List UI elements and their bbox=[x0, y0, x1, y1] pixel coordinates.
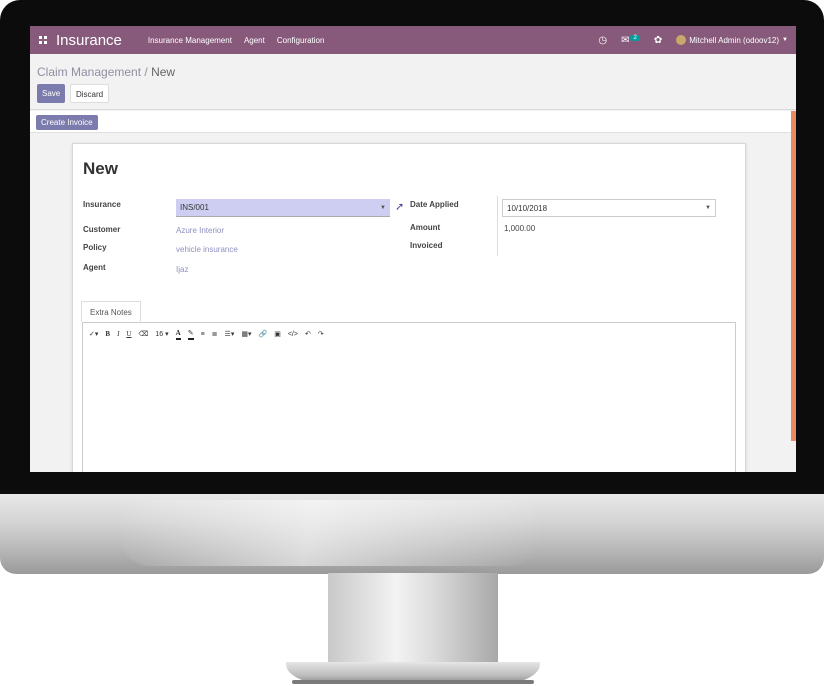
policy-label: Policy bbox=[83, 243, 107, 252]
invoiced-label: Invoiced bbox=[410, 241, 443, 250]
tab-extra-notes[interactable]: Extra Notes bbox=[81, 301, 141, 322]
user-menu[interactable]: Mitchell Admin (odoov12) ▼ bbox=[676, 35, 788, 45]
chevron-down-icon: ▼ bbox=[782, 37, 788, 43]
form-statusbar: Create Invoice bbox=[30, 111, 796, 133]
insurance-select[interactable]: INS/001 ▼ bbox=[176, 199, 390, 217]
app-screen: Insurance Insurance Management Agent Con… bbox=[30, 26, 796, 472]
dropdown-caret-icon: ▼ bbox=[380, 204, 386, 211]
amount-label: Amount bbox=[410, 223, 441, 232]
monitor: Insurance Insurance Management Agent Con… bbox=[0, 0, 824, 686]
form-view: Create Invoice New Insurance INS/001 ▼ ➚… bbox=[30, 111, 796, 472]
discard-button[interactable]: Discard bbox=[70, 84, 110, 103]
image-icon[interactable]: ▣ bbox=[274, 330, 281, 338]
agent-link[interactable]: Ijaz bbox=[176, 265, 188, 274]
font-size-select[interactable]: 16 ▾ bbox=[155, 330, 168, 338]
user-name: Mitchell Admin (odoov12) bbox=[689, 35, 780, 45]
table-icon[interactable]: ▦▾ bbox=[241, 330, 251, 338]
chat-icon[interactable]: ✉ 2 bbox=[621, 34, 640, 46]
breadcrumb-separator: / bbox=[141, 65, 152, 79]
record-title: New bbox=[83, 159, 118, 178]
amount-value: 1,000.00 bbox=[504, 224, 536, 233]
customer-link[interactable]: Azure Interior bbox=[176, 226, 224, 235]
code-view-icon[interactable]: </> bbox=[288, 331, 298, 338]
apps-grid-icon[interactable] bbox=[30, 36, 56, 44]
avatar bbox=[676, 35, 687, 45]
date-applied-value: 10/10/2018 bbox=[507, 203, 548, 213]
menu-agent[interactable]: Agent bbox=[244, 36, 265, 45]
chat-badge: 2 bbox=[630, 34, 640, 41]
style-dropdown-icon[interactable]: ✓▾ bbox=[89, 330, 98, 338]
italic-button[interactable]: I bbox=[117, 330, 119, 338]
dropdown-caret-icon: ▼ bbox=[705, 205, 711, 211]
font-size-value: 16 bbox=[155, 331, 164, 338]
scrollbar-accent[interactable] bbox=[791, 111, 796, 441]
agent-label: Agent bbox=[83, 263, 106, 272]
activity-clock-icon[interactable]: ◷ bbox=[598, 35, 607, 46]
insurance-value: INS/001 bbox=[180, 203, 209, 212]
monitor-stand-neck bbox=[328, 573, 498, 669]
top-navbar: Insurance Insurance Management Agent Con… bbox=[30, 26, 796, 54]
breadcrumb-current: New bbox=[151, 65, 176, 79]
eraser-icon[interactable]: ⌫ bbox=[138, 330, 148, 338]
underline-button[interactable]: U bbox=[126, 330, 131, 338]
link-icon[interactable]: 🔗 bbox=[258, 330, 267, 338]
numbered-list-icon[interactable]: ≣ bbox=[212, 330, 218, 338]
font-color-button[interactable]: A bbox=[175, 329, 181, 340]
create-invoice-button[interactable]: Create Invoice bbox=[36, 115, 98, 130]
menu-configuration[interactable]: Configuration bbox=[277, 36, 325, 45]
policy-link[interactable]: vehicle insurance bbox=[176, 245, 238, 254]
redo-icon[interactable]: ↷ bbox=[318, 330, 324, 338]
insurance-label: Insurance bbox=[83, 200, 121, 209]
highlight-brush-icon[interactable]: ✎ bbox=[187, 329, 194, 340]
customer-label: Customer bbox=[83, 225, 121, 234]
breadcrumb-parent[interactable]: Claim Management bbox=[37, 65, 141, 79]
bold-button[interactable]: B bbox=[105, 330, 110, 338]
control-panel: Claim Management / New Save Discard bbox=[30, 54, 796, 110]
undo-icon[interactable]: ↶ bbox=[305, 330, 311, 338]
align-icon[interactable]: ☰▾ bbox=[225, 330, 235, 338]
save-button[interactable]: Save bbox=[37, 84, 66, 103]
monitor-base-edge bbox=[292, 680, 534, 684]
navbar-systray: ◷ ✉ 2 ✿ Mitchell Admin (odoov12) ▼ bbox=[584, 26, 788, 54]
bug-icon[interactable]: ✿ bbox=[654, 35, 662, 46]
form-sheet: New Insurance INS/001 ▼ ➚ Customer Azure… bbox=[72, 143, 746, 472]
notes-editor[interactable]: ✓▾ B I U ⌫ 16 ▾ A ✎ ≡ ≣ ☰▾ ▦▾ 🔗 ▣ </> ↶ … bbox=[82, 322, 736, 472]
app-brand[interactable]: Insurance bbox=[56, 32, 122, 49]
date-applied-label: Date Applied bbox=[410, 200, 459, 209]
breadcrumb: Claim Management / New bbox=[37, 65, 175, 79]
bullet-list-icon[interactable]: ≡ bbox=[201, 331, 205, 338]
group-divider bbox=[497, 196, 498, 256]
external-link-icon[interactable]: ➚ bbox=[395, 200, 404, 213]
menu-insurance-management[interactable]: Insurance Management bbox=[148, 36, 232, 45]
date-applied-field[interactable]: 10/10/2018 ▼ bbox=[502, 199, 716, 217]
chin-highlight bbox=[120, 500, 540, 566]
editor-toolbar: ✓▾ B I U ⌫ 16 ▾ A ✎ ≡ ≣ ☰▾ ▦▾ 🔗 ▣ </> ↶ … bbox=[83, 323, 735, 345]
